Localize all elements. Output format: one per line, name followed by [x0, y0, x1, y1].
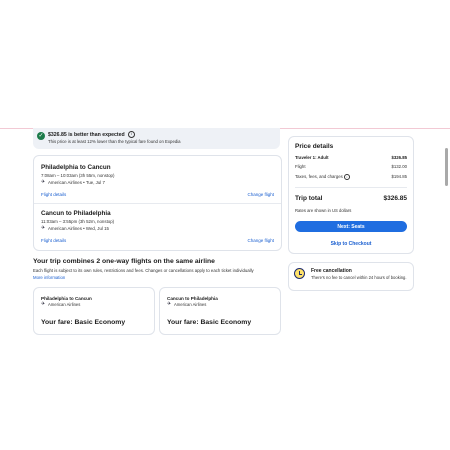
fare-card-outbound: Philadelphia to Cancun ✈ American Airline… [33, 287, 155, 335]
skip-to-checkout-link[interactable]: Skip to Checkout [295, 241, 407, 247]
combine-heading: Your trip combines 2 one-way flights on … [33, 258, 215, 265]
flight-segment-return: Cancun to Philadelphia 11:03am – 3:55pm … [41, 210, 114, 231]
change-flight-link[interactable]: Change flight [247, 192, 274, 197]
next-seats-button[interactable]: Next: Seats [295, 221, 407, 232]
segment-divider [34, 203, 281, 204]
segment-title: Cancun to Philadelphia [41, 210, 111, 217]
airline-logo-icon: ✈ [41, 225, 46, 231]
info-icon[interactable]: i [343, 174, 350, 180]
free-cancellation-card: Free cancellation There's no fee to canc… [288, 262, 414, 291]
fare-card-return: Cancun to Philadelphia ✈ American Airline… [159, 287, 281, 335]
traveler-value: $326.85 [391, 155, 407, 160]
trip-total-row: Trip total $326.85 [295, 195, 407, 202]
cancellation-title: Free cancellation [311, 268, 352, 274]
taxes-row: Taxes, fees, and charges i $194.85 [295, 174, 407, 180]
combine-description: Each flight is subject to its own rules,… [33, 268, 254, 273]
banner-subtitle: This price is at least 12% lower than th… [48, 139, 181, 144]
segment-times: 7:08am – 10:03am (3h 55m, nonstop) [41, 173, 115, 178]
clock-icon [294, 268, 305, 279]
segment-airline-date: American Airlines • Wed, Jul 15 [48, 226, 109, 231]
taxes-value: $194.85 [391, 174, 407, 179]
fare-route: Cancun to Philadelphia [167, 296, 218, 301]
fare-airline: American Airlines [48, 302, 81, 307]
airline-logo-icon: ✈ [41, 179, 46, 185]
flight-label: Flight [295, 164, 306, 169]
checkmark-icon: ✓ [37, 132, 45, 140]
flight-details-link[interactable]: Flight details [41, 238, 66, 243]
more-information-link[interactable]: More information [33, 275, 65, 280]
fare-route: Philadelphia to Cancun [41, 296, 92, 301]
fare-airline: American Airlines [174, 302, 207, 307]
flight-details-link[interactable]: Flight details [41, 192, 66, 197]
flight-value: $132.00 [391, 164, 407, 169]
fare-class: Your fare: Basic Economy [41, 319, 126, 326]
price-details-card: Price details Traveler 1: Adult $326.85 … [288, 136, 414, 254]
banner-title: $326.85 is better than expected [48, 131, 125, 138]
change-flight-link[interactable]: Change flight [247, 238, 274, 243]
traveler-label: Traveler 1: Adult [295, 155, 329, 160]
airline-logo-icon: ✈ [167, 301, 172, 307]
traveler-row: Traveler 1: Adult $326.85 [295, 155, 407, 160]
taxes-label: Taxes, fees, and charges [295, 174, 343, 180]
segment-times: 11:03am – 3:55pm (3h 52m, nonstop) [41, 219, 115, 224]
flights-summary-card: Philadelphia to Cancun 7:08am – 10:03am … [33, 155, 282, 251]
cancellation-description: There's no fee to cancel within 24 hours… [311, 275, 407, 280]
trip-total-label: Trip total [295, 195, 323, 202]
airline-logo-icon: ✈ [41, 301, 46, 307]
price-details-title: Price details [295, 143, 334, 150]
flight-price-row: Flight $132.00 [295, 164, 407, 169]
segment-airline-date: American Airlines • Tue, Jul 7 [48, 180, 105, 185]
trip-total-value: $326.85 [383, 195, 408, 202]
segment-title: Philadelphia to Cancun [41, 164, 111, 171]
scrollbar[interactable] [445, 148, 448, 186]
currency-note: Rates are shown in US dollars [295, 208, 352, 213]
info-icon[interactable]: i [127, 131, 135, 138]
price-insight-banner: ✓ $326.85 is better than expected i This … [33, 128, 280, 149]
fare-class: Your fare: Basic Economy [167, 319, 252, 326]
price-divider [295, 187, 407, 188]
flight-segment-outbound: Philadelphia to Cancun 7:08am – 10:03am … [41, 164, 114, 185]
